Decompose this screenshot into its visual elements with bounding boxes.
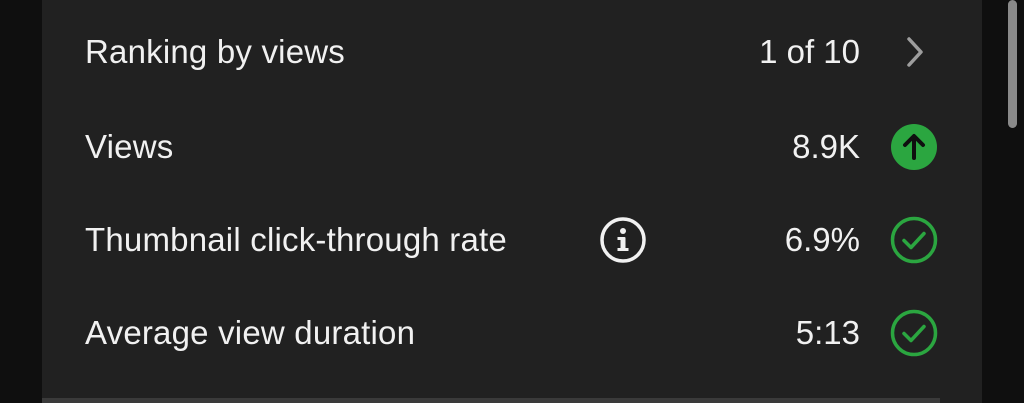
views-row: Views 8.9K — [42, 117, 982, 177]
arrow-up-circle-icon — [890, 123, 938, 171]
ctr-row: Thumbnail click-through rate 6.9% — [42, 210, 982, 270]
check-circle-icon — [890, 309, 938, 357]
scrollbar-thumb[interactable] — [1008, 0, 1017, 128]
avd-row: Average view duration 5:13 — [42, 303, 982, 363]
analytics-screen: Ranking by views 1 of 10 Views 8.9K Thum… — [0, 0, 1024, 403]
ranking-row[interactable]: Ranking by views 1 of 10 — [42, 22, 982, 82]
views-value: 8.9K — [792, 128, 860, 165]
avd-label: Average view duration — [85, 314, 416, 351]
views-label: Views — [85, 128, 174, 165]
avd-value: 5:13 — [795, 314, 860, 351]
chevron-right-icon[interactable] — [900, 35, 930, 69]
info-circle-icon[interactable] — [599, 216, 647, 264]
check-circle-icon — [890, 216, 938, 264]
ranking-label: Ranking by views — [85, 33, 345, 70]
ranking-value: 1 of 10 — [759, 33, 860, 70]
ctr-value: 6.9% — [784, 221, 860, 258]
divider — [42, 398, 940, 403]
metrics-card: Ranking by views 1 of 10 Views 8.9K Thum… — [42, 0, 982, 403]
ctr-label: Thumbnail click-through rate — [85, 221, 507, 258]
